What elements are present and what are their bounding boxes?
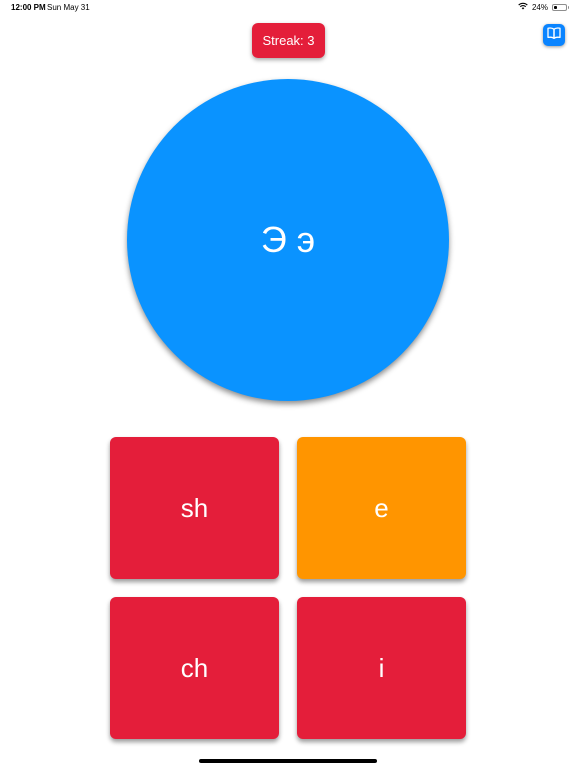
status-date: Sun May 31 xyxy=(47,3,90,12)
answer-label: sh xyxy=(180,492,209,523)
answer-button-e[interactable]: e xyxy=(297,437,466,579)
battery-percent: 24% xyxy=(531,2,548,12)
battery-icon xyxy=(552,3,569,11)
battery-level xyxy=(554,5,557,9)
answer-label: ch xyxy=(180,652,209,683)
status-indicators: 24% xyxy=(518,2,569,12)
wifi-icon xyxy=(518,2,528,12)
answer-button-i[interactable]: i xyxy=(297,597,466,739)
letter-text: Э э xyxy=(260,219,316,260)
letter-display: Э э xyxy=(127,79,449,401)
answer-label: i xyxy=(378,652,385,683)
answer-button-sh[interactable]: sh xyxy=(110,437,279,579)
home-indicator[interactable] xyxy=(199,759,377,763)
book-icon xyxy=(547,26,561,44)
answer-label: e xyxy=(374,492,389,523)
status-bar: 12:00 PM Sun May 31 24% xyxy=(0,0,576,14)
streak-badge: Streak: 3 xyxy=(252,23,325,58)
book-button[interactable] xyxy=(543,24,565,46)
status-time: 12:00 PM xyxy=(11,3,46,12)
answer-button-ch[interactable]: ch xyxy=(110,597,279,739)
